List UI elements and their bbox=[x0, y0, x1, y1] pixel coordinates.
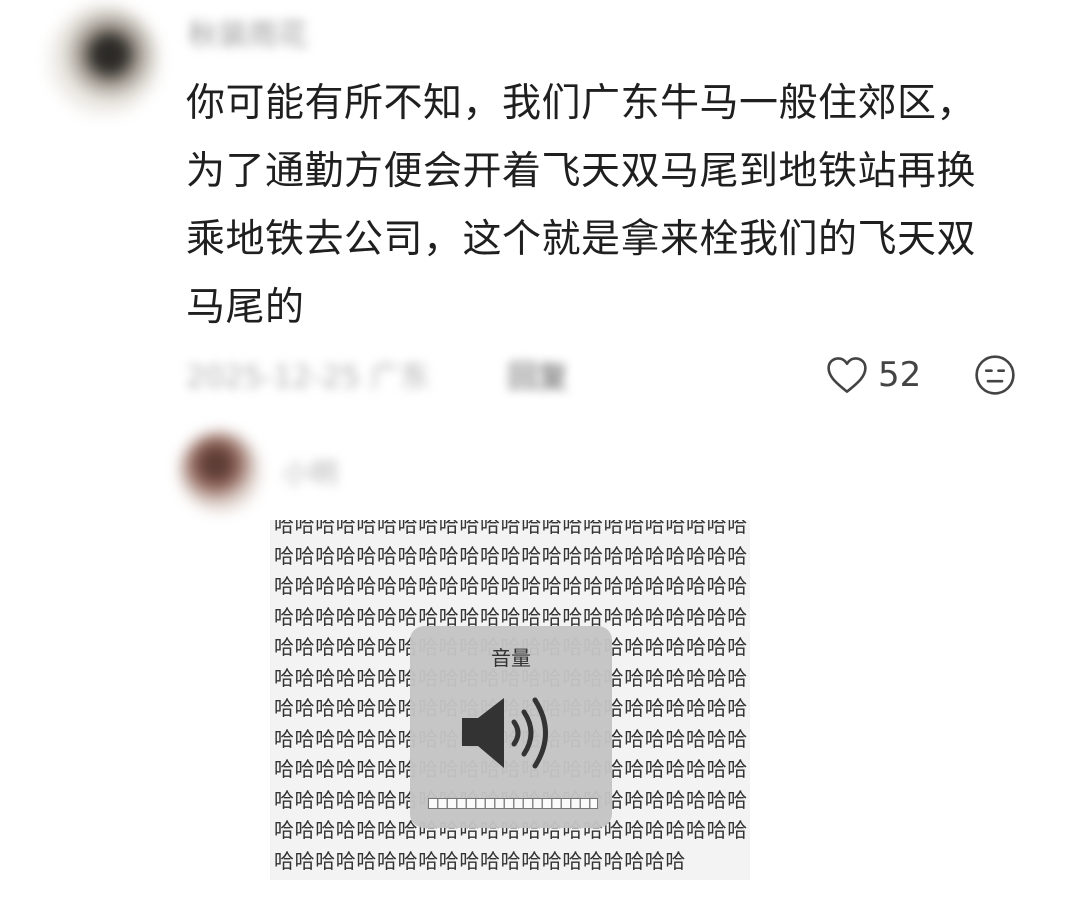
reply-username[interactable]: 小明 bbox=[282, 452, 338, 492]
volume-hud: 音量 bbox=[410, 626, 612, 828]
like-button[interactable]: 52 bbox=[826, 352, 921, 398]
comment-line: 你可能有所不知，我们广东牛马一般住郊区， bbox=[186, 81, 977, 126]
reply-button[interactable]: 回复 bbox=[508, 352, 568, 396]
comment-line: 为了通勤方便会开着飞天双马尾到地铁站再换 bbox=[186, 149, 977, 194]
comment-line: 乘地铁去公司，这个就是拿来栓我们的飞天双 bbox=[186, 217, 977, 262]
like-count: 52 bbox=[878, 355, 922, 395]
comment-line: 马尾的 bbox=[186, 285, 305, 330]
reply-sticker-image[interactable]: 哈哈哈哈哈哈哈哈哈哈哈哈哈哈哈哈哈哈哈哈哈哈哈哈哈哈哈哈哈哈哈哈哈哈哈哈哈哈哈哈… bbox=[270, 520, 750, 880]
comment-body: 你可能有所不知，我们广东牛马一般住郊区， 为了通勤方便会开着飞天双马尾到地铁站再… bbox=[186, 70, 1046, 342]
volume-title: 音量 bbox=[491, 646, 531, 670]
commenter-avatar[interactable] bbox=[48, 4, 160, 116]
heart-outline-icon[interactable] bbox=[826, 355, 868, 395]
volume-level-bar bbox=[428, 798, 598, 809]
commenter-username[interactable]: 秋装雨花 bbox=[188, 10, 308, 54]
meh-face-icon[interactable] bbox=[974, 354, 1016, 396]
comment-date-location: 2025-12-25 广东 bbox=[186, 360, 430, 395]
speaker-icon bbox=[462, 697, 548, 769]
reply-avatar[interactable] bbox=[180, 432, 260, 512]
